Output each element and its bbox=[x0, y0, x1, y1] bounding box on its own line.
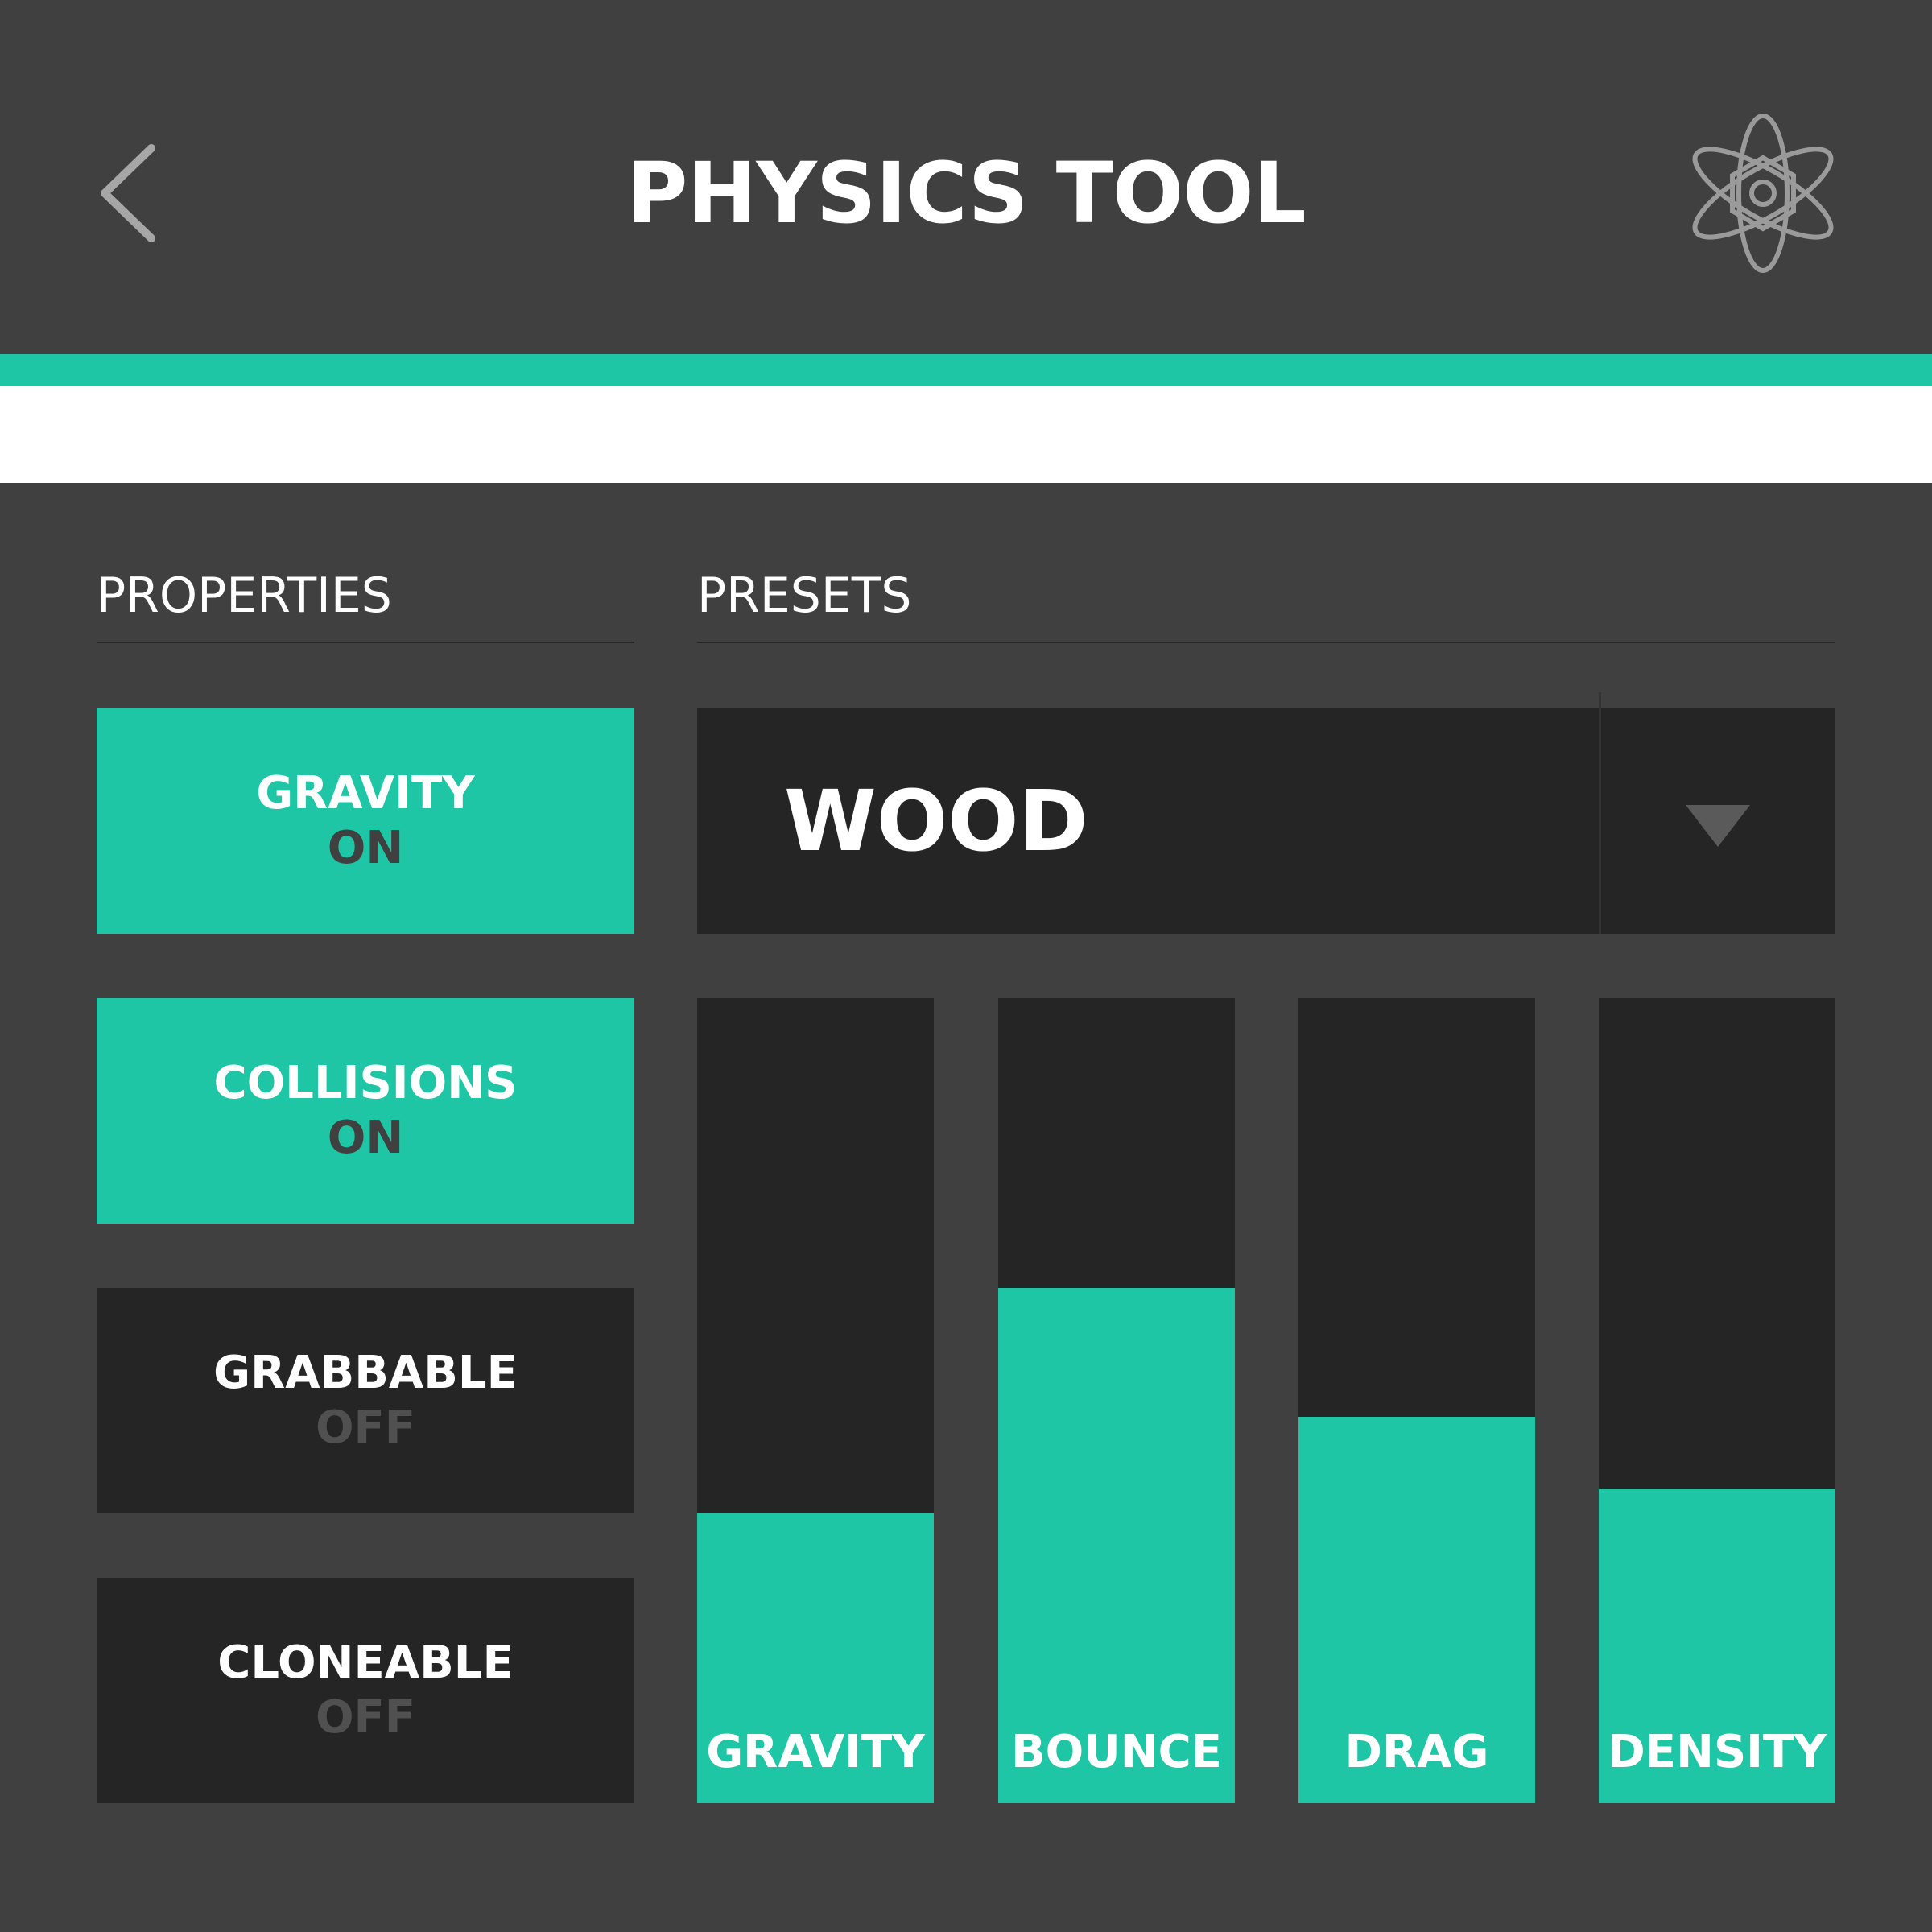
toggle-state: ON bbox=[327, 822, 404, 874]
toggle-label: GRABBABLE bbox=[213, 1347, 518, 1399]
preset-selected-value: WOOD bbox=[784, 772, 1088, 870]
dropdown-divider bbox=[1599, 692, 1601, 934]
toggle-cloneable[interactable]: CLONEABLE OFF bbox=[97, 1578, 634, 1803]
slider-label: DRAG bbox=[1344, 1726, 1489, 1778]
slider-drag[interactable]: DRAG bbox=[1298, 998, 1535, 1803]
accent-stripe bbox=[0, 354, 1932, 386]
toggle-state: OFF bbox=[315, 1402, 416, 1454]
slider-density[interactable]: DENSITY bbox=[1599, 998, 1835, 1803]
slider-label: GRAVITY bbox=[706, 1726, 925, 1778]
toggle-label: GRAVITY bbox=[256, 767, 475, 819]
slider-label: DENSITY bbox=[1608, 1726, 1827, 1778]
toggle-grabbable[interactable]: GRABBABLE OFF bbox=[97, 1288, 634, 1513]
toggle-state: ON bbox=[327, 1112, 404, 1164]
physics-menu-button[interactable] bbox=[1682, 109, 1843, 278]
toggle-label: COLLISIONS bbox=[213, 1057, 518, 1109]
presets-heading: PRESETS bbox=[697, 568, 912, 624]
triangle-down-icon[interactable] bbox=[1686, 805, 1750, 847]
toggle-collisions[interactable]: COLLISIONS ON bbox=[97, 998, 634, 1224]
preset-dropdown[interactable]: WOOD bbox=[697, 692, 1835, 934]
slider-gravity[interactable]: GRAVITY bbox=[697, 998, 934, 1803]
toggle-gravity[interactable]: GRAVITY ON bbox=[97, 708, 634, 934]
toggle-label: CLONEABLE bbox=[217, 1637, 514, 1689]
atom-icon bbox=[1692, 114, 1834, 273]
presets-divider bbox=[697, 642, 1835, 643]
properties-divider bbox=[97, 642, 634, 643]
slider-label: BOUNCE bbox=[1011, 1726, 1222, 1778]
toggle-state: OFF bbox=[315, 1691, 416, 1744]
page-title: PHYSICS TOOL bbox=[626, 144, 1307, 242]
properties-heading: PROPERTIES bbox=[97, 568, 392, 624]
slider-bounce[interactable]: BOUNCE bbox=[998, 998, 1235, 1803]
